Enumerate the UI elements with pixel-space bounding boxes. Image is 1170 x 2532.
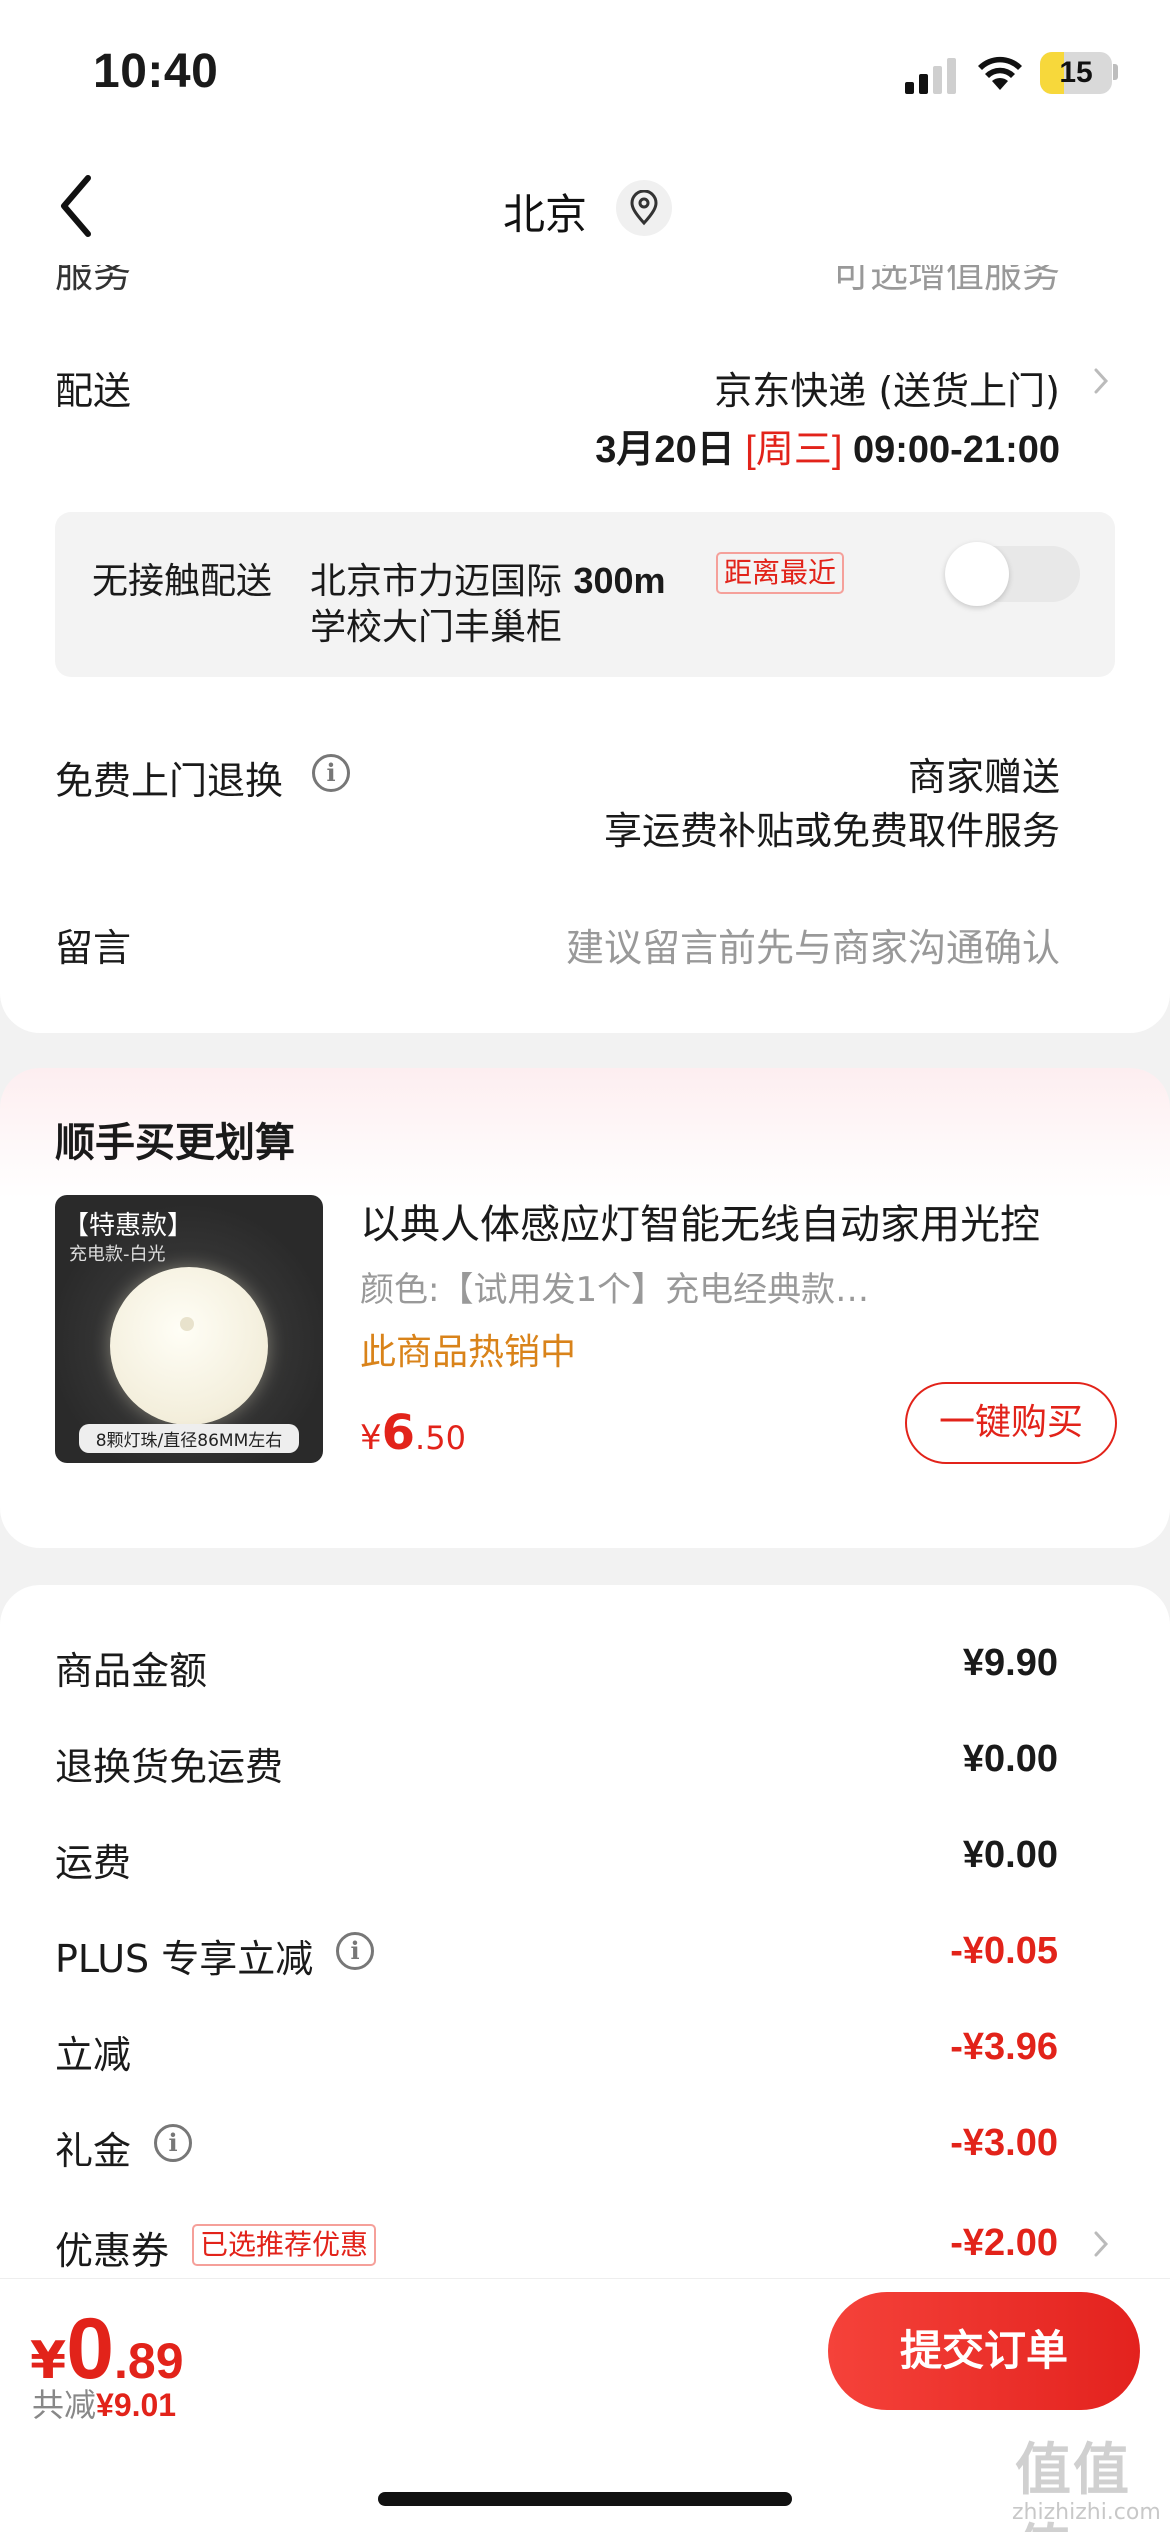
price-currency: ¥ (360, 1418, 382, 1458)
fee-label-gift-money: 礼金 (55, 2129, 132, 2173)
image-sub: 充电款-白光 (69, 1244, 166, 1265)
coupon-tag: 已选推荐优惠 (192, 2224, 377, 2266)
total-savings: 共减¥9.01 (32, 2380, 176, 2426)
home-indicator[interactable] (378, 2492, 792, 2506)
product-hot-label: 此商品热销中 (360, 1332, 577, 1373)
service-value: 可选增值服务 (831, 265, 1060, 295)
info-icon[interactable]: i (312, 754, 350, 792)
fee-label-plus: PLUS 专享立减 (55, 1937, 314, 1981)
page-title: 北京 (502, 190, 587, 239)
delivery-method[interactable]: 京东快递 (送货上门) (714, 360, 1060, 415)
contactless-place-line2: 学校大门丰巢柜 (310, 607, 563, 648)
message-input[interactable]: 建议留言前先与商家沟通确认 (566, 917, 1060, 972)
submit-order-button[interactable]: 提交订单 (828, 2292, 1140, 2410)
fee-label-coupon: 优惠券 (55, 2229, 170, 2273)
fee-value-return-shipping: ¥0.00 (962, 1738, 1058, 1780)
contactless-distance: 300m (573, 560, 666, 601)
return-service-value1: 商家赠送 (907, 755, 1060, 799)
lamp-graphic (110, 1267, 268, 1425)
service-row-partial[interactable]: 服务 可选增值服务 (0, 265, 1170, 295)
chevron-right-icon (1094, 2231, 1109, 2257)
fee-label-goods: 商品金额 (55, 1649, 208, 1693)
location-pin-icon (630, 190, 658, 226)
cellular-signal-icon (905, 58, 957, 94)
battery-level: 15 (1059, 56, 1093, 89)
delivery-time[interactable]: 3月20日 [周三] 09:00-21:00 (595, 418, 1060, 473)
price-dec: .50 (415, 1419, 466, 1457)
image-footer: 8颗灯珠/直径86MM左右 (79, 1424, 299, 1453)
fee-value-gift-money: -¥3.00 (950, 2122, 1058, 2164)
nearest-tag: 距离最近 (716, 552, 845, 594)
product-price: ¥6.50 (360, 1405, 466, 1461)
contactless-toggle[interactable] (945, 542, 1080, 606)
fee-value-coupon[interactable]: -¥2.00 (950, 2222, 1058, 2265)
battery-icon: 15 (1040, 52, 1112, 94)
delivery-weekday: [周三] (745, 429, 843, 471)
savings-label: 共减 (32, 2386, 97, 2424)
delivery-hours: 09:00-21:00 (852, 429, 1060, 471)
addon-title: 顺手买更划算 (55, 1120, 295, 1166)
fee-label-shipping: 运费 (55, 1841, 132, 1885)
message-label: 留言 (55, 926, 132, 970)
contactless-place-line1: 北京市力迈国际 (310, 561, 563, 602)
status-time: 10:40 (93, 45, 219, 98)
savings-value: ¥9.01 (96, 2387, 177, 2423)
watermark-site: zhizhizhi.com (1012, 2500, 1161, 2525)
toggle-knob (945, 542, 1009, 606)
contactless-place: 北京市力迈国际 300m (310, 552, 666, 604)
info-icon[interactable]: i (154, 2124, 192, 2162)
service-label: 服务 (55, 265, 132, 295)
fee-value-shipping: ¥0.00 (962, 1834, 1058, 1876)
return-service-label: 免费上门退换 (55, 759, 284, 803)
fee-label-return-shipping: 退换货免运费 (55, 1745, 284, 1789)
return-service-value2: 享运费补贴或免费取件服务 (603, 809, 1060, 853)
product-name[interactable]: 以典人体感应灯智能无线自动家用光控 (360, 1192, 1100, 1250)
fee-value-plus: -¥0.05 (950, 1930, 1058, 1972)
one-click-buy-button[interactable]: 一键购买 (905, 1382, 1117, 1464)
chevron-right-icon (1094, 368, 1109, 394)
location-button[interactable] (616, 180, 672, 236)
fee-label-discount: 立减 (55, 2033, 132, 2077)
product-image[interactable]: 【特惠款】 充电款-白光 8颗灯珠/直径86MM左右 (55, 1195, 323, 1463)
delivery-date: 3月20日 (595, 429, 735, 471)
delivery-label: 配送 (55, 369, 132, 413)
fee-value-discount: -¥3.96 (950, 2026, 1058, 2068)
image-tag: 【特惠款】 (63, 1211, 194, 1241)
wifi-icon (975, 52, 1025, 92)
battery-tip (1113, 64, 1118, 80)
product-spec: 颜色:【试用发1个】充电经典款-白光 (360, 1270, 880, 1310)
info-icon[interactable]: i (336, 1932, 374, 1970)
price-int: 6 (381, 1405, 416, 1461)
fee-value-goods: ¥9.90 (962, 1642, 1058, 1684)
contactless-label: 无接触配送 (92, 561, 273, 602)
